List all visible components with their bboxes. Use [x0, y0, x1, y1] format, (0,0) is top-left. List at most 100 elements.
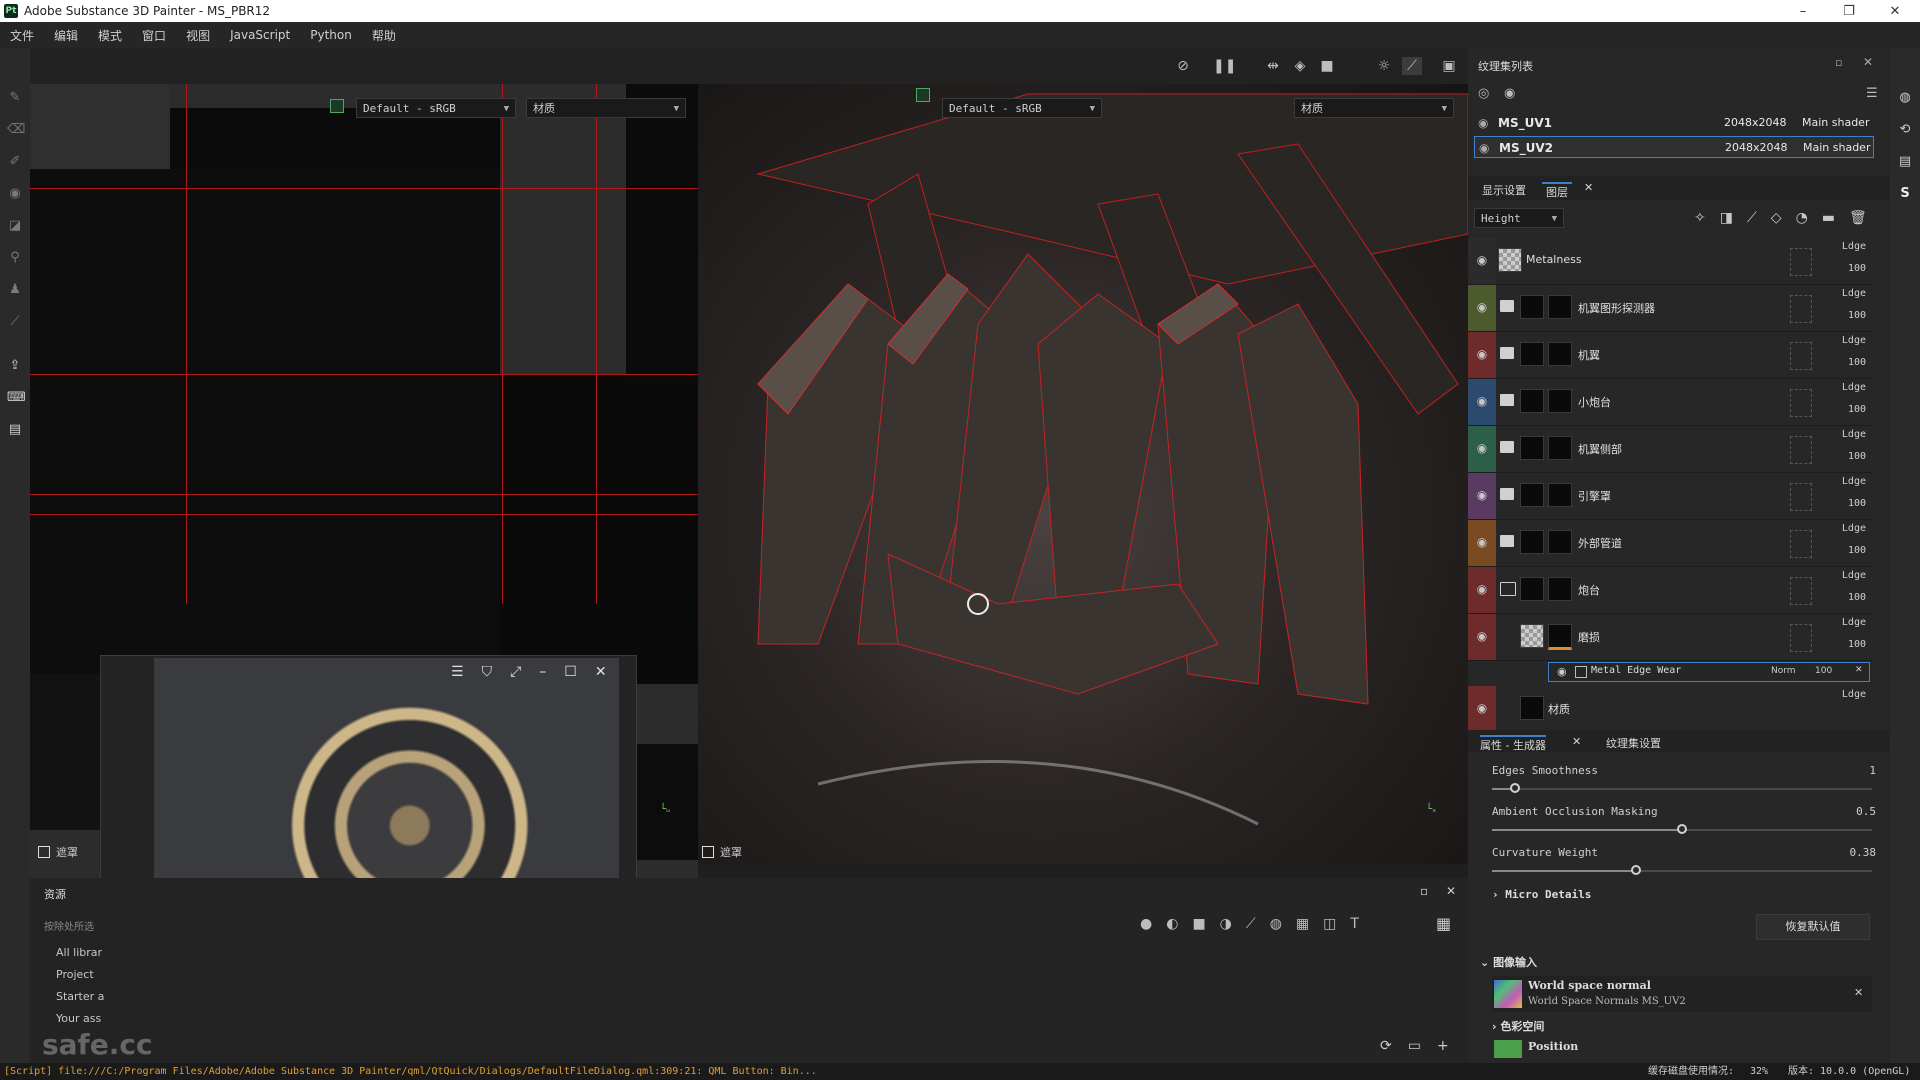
shield-icon[interactable]: ⛉ [482, 664, 493, 680]
texture-icon[interactable]: ▦ [1296, 916, 1309, 932]
document-panel-icon[interactable]: ▤ [1897, 154, 1913, 170]
menu-edit[interactable]: 编辑 [44, 27, 88, 44]
minimize-icon[interactable]: – [539, 664, 546, 680]
assets-item-your-assets[interactable]: Your ass [56, 1012, 101, 1025]
tab-properties-close-icon[interactable]: ✕ [1572, 735, 1581, 748]
effect-visibility-icon[interactable]: ◉ [1557, 665, 1567, 678]
eraser-icon[interactable]: ⌫ [7, 122, 25, 138]
layer-visibility-icon[interactable]: ◉ [1475, 701, 1489, 715]
mask-checkbox-2d[interactable] [38, 846, 50, 858]
pause-icon[interactable]: ❚❚ [1213, 57, 1236, 75]
layer-row[interactable]: ◉ 材质 Ldge [1468, 686, 1874, 733]
texture-set-row-2[interactable]: ◉ MS_UV2 2048x2048 Main shader [1474, 136, 1874, 158]
layer-blend[interactable]: Ldge [1842, 429, 1866, 440]
menu-python[interactable]: Python [300, 28, 362, 42]
layer-row[interactable]: ◉ 炮台 Ldge 100 [1468, 567, 1874, 614]
curvature-weight-slider[interactable] [1492, 865, 1872, 875]
layer-visibility-icon[interactable]: ◉ [1475, 441, 1489, 455]
layer-blend[interactable]: Ldge [1842, 476, 1866, 487]
grid-view-icon[interactable]: ▦ [1436, 914, 1451, 933]
layer-opacity[interactable]: 100 [1848, 310, 1866, 321]
3d-viewport[interactable]: Default - sRGB ▼ 材质 ▼ 遮罩 └ₓ [698, 84, 1468, 864]
micro-details-section[interactable]: › Micro Details [1492, 888, 1591, 901]
tab-layers[interactable]: 图层 [1542, 182, 1572, 200]
mask-checkbox-3d[interactable] [702, 846, 714, 858]
add-effect-icon[interactable]: ✧ [1694, 210, 1706, 226]
add-icon[interactable]: + [1437, 1038, 1449, 1054]
hamburger-menu-icon[interactable]: ☰ [451, 664, 464, 680]
maximize-icon[interactable]: ☐ [564, 664, 577, 680]
colorspace-dropdown-3d[interactable]: Default - sRGB ▼ [942, 98, 1102, 118]
layer-row[interactable]: ◉ 机翼侧部 Ldge 100 [1468, 426, 1874, 473]
image-input-section[interactable]: ⌄ 图像输入 [1480, 954, 1537, 970]
tab-display-settings[interactable]: 显示设置 [1482, 182, 1526, 198]
camera-icon[interactable]: ■ [1317, 57, 1337, 75]
layer-blend[interactable]: Ldge [1842, 689, 1866, 700]
expand-icon[interactable]: ⤢ [510, 664, 521, 680]
layer-visibility-icon[interactable]: ◉ [1475, 394, 1489, 408]
brush-filter-icon[interactable]: ⟋ [1246, 916, 1256, 932]
slider-handle[interactable] [1509, 783, 1520, 793]
layer-blend[interactable]: Ldge [1842, 617, 1866, 628]
export-icon[interactable]: ⇪ [7, 358, 23, 374]
layer-blend[interactable]: Ldge [1842, 570, 1866, 581]
menu-javascript[interactable]: JavaScript [220, 28, 300, 42]
paint-brush-icon[interactable]: ✎ [7, 90, 23, 106]
menu-help[interactable]: 帮助 [362, 27, 406, 44]
layer-visibility-icon[interactable]: ◉ [1475, 488, 1489, 502]
add-fill-layer-icon[interactable]: ◇ [1771, 210, 1782, 226]
layer-opacity[interactable]: 100 [1848, 404, 1866, 415]
refresh-icon[interactable]: ⟳ [1380, 1038, 1392, 1054]
layer-opacity[interactable]: 100 [1848, 357, 1866, 368]
viewport-3d-settings-icon[interactable] [916, 88, 930, 102]
colorspace-dropdown-2d[interactable]: Default - sRGB ▼ [356, 98, 516, 118]
layer-blend[interactable]: Ldge [1842, 382, 1866, 393]
color-picker-icon[interactable]: ⟋ [7, 314, 23, 330]
effect-opacity[interactable]: 100 [1815, 666, 1832, 676]
menu-file[interactable]: 文件 [0, 27, 44, 44]
layer-visibility-icon[interactable]: ◉ [1475, 300, 1489, 314]
document-icon[interactable]: ▤ [7, 422, 23, 438]
layer-blend[interactable]: Ldge [1842, 288, 1866, 299]
layer-opacity[interactable]: 100 [1848, 451, 1866, 462]
channel-dropdown-3d[interactable]: 材质 ▼ [1294, 98, 1454, 118]
layer-opacity[interactable]: 100 [1848, 639, 1866, 650]
slider-handle[interactable] [1631, 865, 1642, 875]
environment-icon[interactable]: ◫ [1323, 916, 1336, 932]
eye-link-icon[interactable]: ◎ [1478, 86, 1489, 101]
paint-mode-icon[interactable]: ⟋ [1402, 57, 1422, 75]
texture-set-row-1[interactable]: ◉ MS_UV1 2048x2048 Main shader [1474, 112, 1874, 134]
ao-masking-slider[interactable] [1492, 824, 1872, 834]
layer-blend[interactable]: Ldge [1842, 523, 1866, 534]
image-input-slot[interactable]: World space normal World Space Normals M… [1492, 976, 1872, 1012]
menu-window[interactable]: 窗口 [132, 27, 176, 44]
tab-texture-set-settings[interactable]: 纹理集设置 [1606, 735, 1661, 751]
generator-icon[interactable]: ◑ [1220, 916, 1232, 932]
bake-icon[interactable]: ⌨ [7, 390, 26, 406]
effect-row-metal-edge-wear[interactable]: ◉ Metal Edge Wear Norm 100 ✕ [1548, 662, 1870, 682]
layer-visibility-icon[interactable]: ◉ [1475, 253, 1489, 267]
channel-dropdown-2d[interactable]: 材质 ▼ [526, 98, 686, 118]
layer-blend[interactable]: Ldge [1842, 335, 1866, 346]
layer-row[interactable]: ◉ 磨损 Ldge 100 [1468, 614, 1874, 661]
close-icon[interactable]: ✕ [595, 664, 607, 680]
globe-icon[interactable]: ◍ [1897, 90, 1913, 106]
slider-handle[interactable] [1677, 824, 1687, 834]
layer-opacity[interactable]: 100 [1848, 592, 1866, 603]
layer-visibility-icon[interactable]: ◉ [1475, 629, 1489, 643]
hide-ui-icon[interactable]: ⊘ [1173, 57, 1193, 75]
reset-default-button[interactable]: 恢复默认值 [1756, 914, 1870, 940]
smart-material-icon[interactable]: ◐ [1166, 916, 1178, 932]
layer-opacity[interactable]: 100 [1848, 545, 1866, 556]
assets-item-project[interactable]: Project [56, 968, 94, 981]
mask-toggle-2d[interactable]: 遮罩 [38, 844, 78, 860]
assets-item-all[interactable]: All librar [56, 946, 102, 959]
layer-visibility-icon[interactable]: ◉ [1475, 347, 1489, 361]
layer-blend[interactable]: Ldge [1842, 241, 1866, 252]
text-icon[interactable]: T [1350, 916, 1359, 932]
edges-smoothness-slider[interactable] [1492, 783, 1872, 793]
material-picker-icon[interactable]: ♟ [7, 282, 23, 298]
ao-masking-value[interactable]: 0.5 [1856, 805, 1876, 818]
mask-toggle-3d[interactable]: 遮罩 [702, 844, 742, 860]
minimize-button[interactable]: – [1780, 0, 1826, 22]
